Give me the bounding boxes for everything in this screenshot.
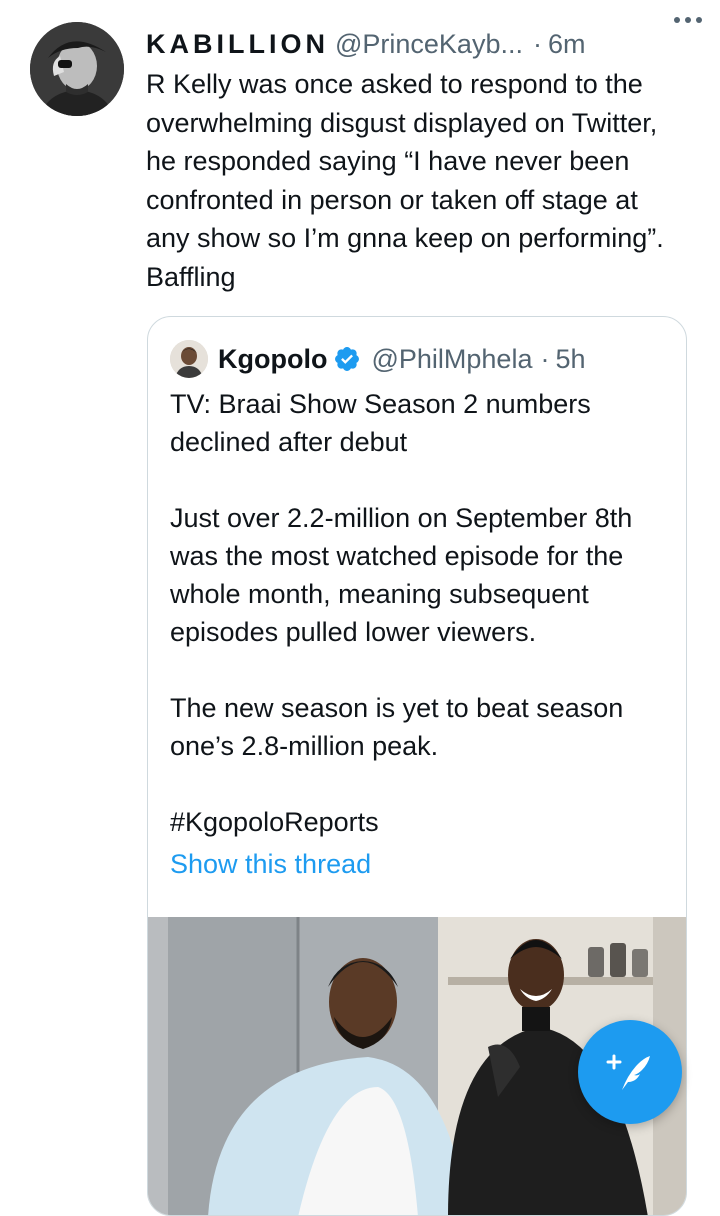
more-dot [696, 17, 702, 23]
author-display-name[interactable]: KABILLION [146, 29, 329, 60]
more-dot [685, 17, 691, 23]
show-thread-link[interactable]: Show this thread [170, 849, 371, 880]
more-dot [674, 17, 680, 23]
author-avatar[interactable] [30, 22, 124, 116]
tweet-text: R Kelly was once asked to respond to the… [146, 69, 664, 292]
tweet-header: KABILLION @PrinceKayb... · 6m [146, 24, 696, 64]
quoted-tweet-timestamp: 5h [555, 343, 586, 374]
verified-badge-icon [333, 345, 361, 373]
author-handle[interactable]: @PrinceKayb... [335, 29, 523, 60]
separator-dot: · [540, 343, 550, 374]
compose-tweet-icon [606, 1054, 650, 1090]
separator-dot: · [532, 28, 542, 59]
tweet[interactable]: KABILLION @PrinceKayb... · 6m R Kelly wa… [0, 0, 720, 1216]
quoted-author-handle: @PhilMphela [371, 343, 533, 374]
quoted-tweet-header: Kgopolo @PhilMphela · 5h [170, 339, 586, 379]
tweet-timestamp[interactable]: 6m [548, 29, 586, 60]
quoted-author-display-name: Kgopolo [218, 343, 328, 374]
more-icon[interactable] [668, 6, 708, 34]
quoted-tweet-text: TV: Braai Show Season 2 numbers declined… [170, 389, 633, 837]
compose-tweet-button[interactable] [578, 1020, 682, 1124]
quoted-author-avatar [170, 340, 208, 378]
